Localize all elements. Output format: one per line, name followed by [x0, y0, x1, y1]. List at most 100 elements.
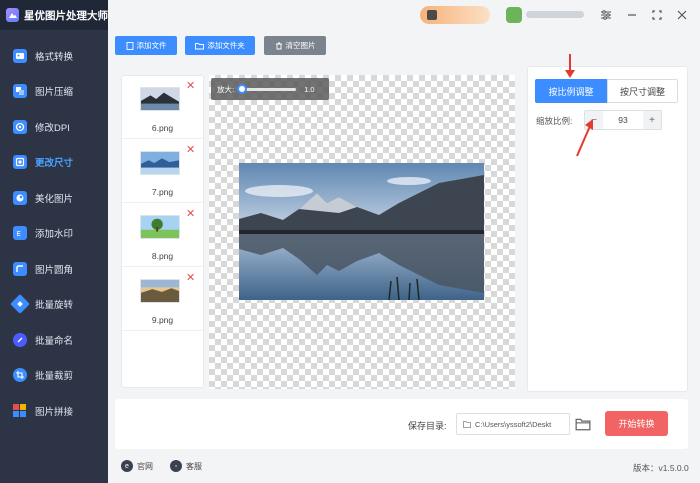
add-folder-label: 添加文件夹	[207, 41, 245, 50]
user-account-badge[interactable]	[420, 6, 490, 24]
clear-images-label: 清空图片	[285, 41, 316, 50]
sidebar-item-label: 批量旋转	[35, 300, 74, 312]
support-label: 客服	[186, 461, 202, 471]
preview-canvas: 放大: 1.0	[209, 75, 515, 389]
file-list: ✕ 6.png ✕ 7.png ✕ 8.png ✕ 9.png	[121, 75, 204, 388]
tab-scale-by-ratio[interactable]: 按比例调整	[535, 79, 607, 103]
file-name: 7.png	[151, 187, 174, 197]
version-text: 版本：v1.5.0.0	[633, 463, 689, 473]
add-file-button[interactable]: 添加文件	[115, 36, 177, 55]
file-thumbnail	[140, 279, 180, 303]
add-file-icon	[126, 41, 133, 50]
zoom-control: 放大: 1.0	[211, 78, 329, 100]
sidebar-item-label: 格式转换	[35, 51, 74, 63]
file-item[interactable]: ✕ 9.png	[122, 268, 203, 331]
save-directory-label: 保存目录:	[408, 421, 447, 431]
file-thumbnail	[140, 151, 180, 175]
start-convert-button[interactable]: 开始转换	[605, 411, 668, 436]
scale-ratio-input[interactable]: 93	[603, 111, 643, 129]
vip-status-text	[526, 11, 584, 18]
clear-images-button[interactable]: 清空图片	[264, 36, 326, 55]
folder-small-icon	[463, 420, 471, 428]
folder-icon	[195, 42, 205, 49]
decrement-button[interactable]: −	[585, 111, 603, 129]
maximize-icon[interactable]	[649, 7, 665, 23]
stitch-icon	[13, 403, 27, 418]
settings-panel: 按比例调整 按尺寸调整 缩放比例: − 93 +	[527, 66, 688, 392]
watermark-icon: E	[13, 226, 27, 241]
file-name: 9.png	[151, 315, 174, 325]
support-chat-icon: ◦	[170, 460, 182, 472]
zoom-slider-handle[interactable]	[237, 83, 248, 94]
sidebar-item-label: 修改DPI	[35, 122, 70, 134]
file-name: 6.png	[151, 123, 174, 133]
format-convert-icon	[13, 48, 27, 63]
tab-scale-by-size[interactable]: 按尺寸调整	[607, 79, 678, 103]
scale-ratio-stepper: − 93 +	[584, 110, 662, 130]
app-title: 星优图片处理大师	[24, 9, 108, 22]
sidebar-item-round-corner[interactable]: 图片圆角	[0, 251, 108, 287]
title-bar	[108, 0, 700, 30]
delete-icon[interactable]: ✕	[186, 209, 195, 220]
file-item[interactable]: ✕ 7.png	[122, 140, 203, 203]
sidebar-nav: 格式转换 图片压缩 修改DPI 更改尺寸 美化图片 E 添加水印 图片圆角 批量	[0, 38, 108, 429]
sidebar-item-dpi[interactable]: 修改DPI	[0, 109, 108, 145]
file-item[interactable]: ✕ 6.png	[122, 76, 203, 139]
delete-icon[interactable]: ✕	[186, 273, 195, 284]
vip-icon[interactable]	[506, 7, 522, 23]
sidebar-item-label: 添加水印	[35, 229, 74, 241]
website-label: 官网	[137, 461, 153, 471]
round-corner-icon	[13, 261, 27, 276]
rename-icon	[13, 332, 27, 347]
sidebar-item-label: 图片圆角	[35, 264, 74, 276]
sidebar-item-stitch[interactable]: 图片拼接	[0, 393, 108, 429]
sidebar: 星优图片处理大师 格式转换 图片压缩 修改DPI 更改尺寸 美化图片 E 添加水…	[0, 0, 108, 483]
sidebar-item-watermark[interactable]: E 添加水印	[0, 216, 108, 252]
app-title-bar: 星优图片处理大师	[0, 0, 108, 30]
file-item[interactable]: ✕ 8.png	[122, 204, 203, 267]
rotate-icon	[10, 294, 30, 315]
add-file-label: 添加文件	[136, 41, 167, 50]
globe-icon: e	[121, 460, 133, 472]
zoom-value: 1.0	[304, 84, 315, 94]
trash-icon	[275, 42, 282, 49]
add-folder-button[interactable]: 添加文件夹	[185, 36, 255, 55]
sidebar-item-label: 更改尺寸	[35, 158, 74, 170]
sidebar-item-label: 批量命名	[35, 335, 74, 347]
sidebar-item-resize[interactable]: 更改尺寸	[0, 145, 108, 181]
user-avatar-icon	[427, 10, 437, 20]
zoom-label: 放大:	[217, 84, 235, 94]
compress-icon	[13, 84, 27, 99]
website-link[interactable]: e 官网	[121, 460, 153, 472]
dpi-icon	[13, 119, 27, 134]
resize-icon	[13, 155, 27, 170]
beautify-icon	[13, 190, 27, 205]
save-directory-field[interactable]: C:\Users\yssoft2\Deskt	[456, 413, 570, 435]
settings-sliders-icon[interactable]	[598, 7, 614, 23]
sidebar-item-label: 图片拼接	[35, 406, 74, 418]
delete-icon[interactable]: ✕	[186, 81, 195, 92]
increment-button[interactable]: +	[643, 111, 661, 129]
file-thumbnail	[140, 87, 180, 111]
file-name: 8.png	[151, 251, 174, 261]
crop-icon	[13, 368, 27, 383]
svg-text:E: E	[17, 230, 21, 238]
support-link[interactable]: ◦ 客服	[170, 460, 202, 472]
sidebar-item-format-convert[interactable]: 格式转换	[0, 38, 108, 74]
sidebar-item-rotate[interactable]: 批量旋转	[0, 287, 108, 323]
minimize-icon[interactable]	[624, 7, 640, 23]
sidebar-item-rename[interactable]: 批量命名	[0, 322, 108, 358]
output-bar: 保存目录: C:\Users\yssoft2\Deskt 开始转换	[115, 399, 688, 449]
preview-image	[239, 163, 484, 300]
file-thumbnail	[140, 215, 180, 239]
sidebar-item-beautify[interactable]: 美化图片	[0, 180, 108, 216]
browse-folder-icon[interactable]	[575, 416, 591, 432]
sidebar-item-label: 图片压缩	[35, 87, 74, 99]
sidebar-item-compress[interactable]: 图片压缩	[0, 74, 108, 110]
zoom-slider[interactable]	[237, 83, 297, 94]
sidebar-item-crop[interactable]: 批量裁剪	[0, 358, 108, 394]
delete-icon[interactable]: ✕	[186, 145, 195, 156]
save-directory-path: C:\Users\yssoft2\Deskt	[475, 419, 552, 429]
app-logo-icon	[6, 8, 19, 22]
close-icon[interactable]	[674, 7, 690, 23]
